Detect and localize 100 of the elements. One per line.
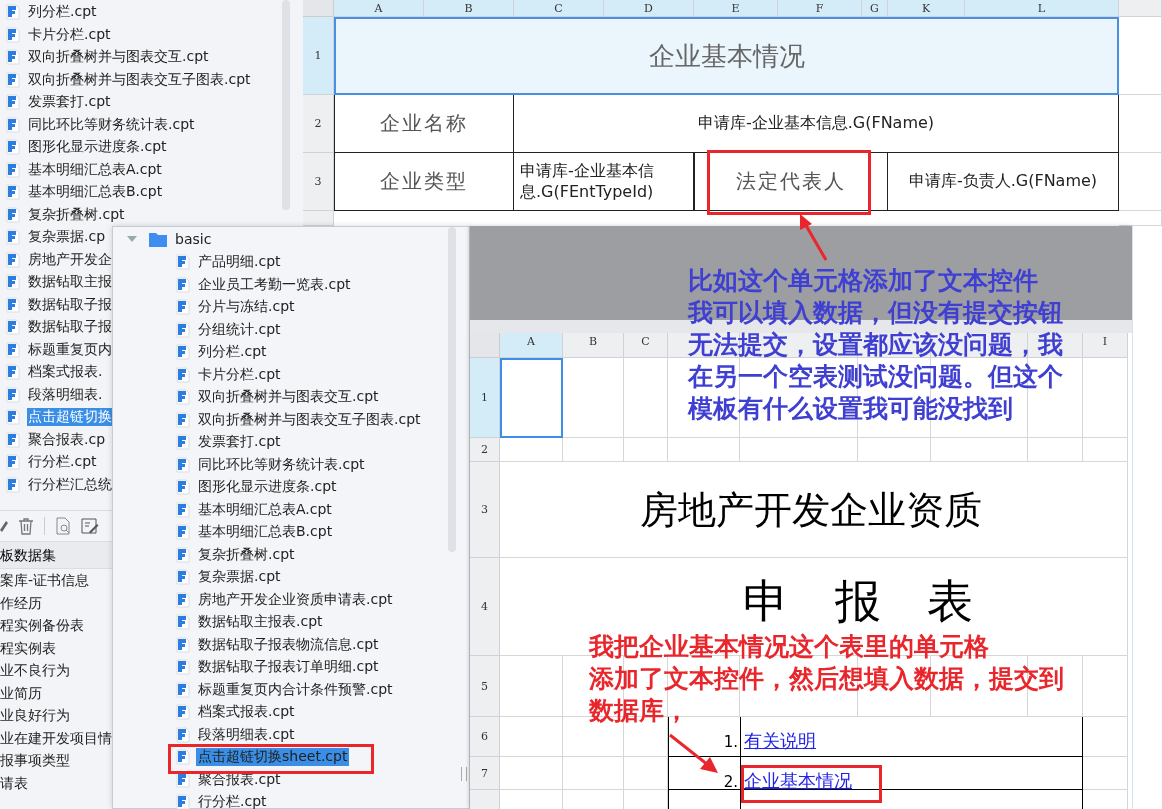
column-header[interactable]: F <box>778 0 862 17</box>
file-item[interactable]: 图形化显示进度条.cpt <box>196 478 339 497</box>
row-header[interactable]: 7 <box>470 757 500 790</box>
file-item[interactable]: 数据钻取子报 <box>27 318 113 337</box>
cell-cursor[interactable] <box>500 358 563 438</box>
grid-cell[interactable] <box>500 757 563 790</box>
folder-item[interactable]: basic <box>173 231 214 247</box>
column-header[interactable]: L <box>965 0 1119 17</box>
dataset-item[interactable]: 业简历 <box>0 681 112 704</box>
file-item[interactable]: 产品明细.cpt <box>196 253 283 272</box>
select-all-icon[interactable] <box>470 333 500 358</box>
file-item[interactable]: 卡片分栏.cpt <box>196 365 283 384</box>
row-header[interactable]: 3 <box>303 153 334 211</box>
file-item[interactable]: 标题重复页内 <box>27 340 113 359</box>
dataset-item[interactable]: 业在建开发项目情 <box>0 726 112 749</box>
table-cell[interactable]: 企业基本情况 <box>334 17 1119 95</box>
file-item[interactable]: 行分栏汇总统 <box>27 475 113 494</box>
select-all-icon[interactable] <box>303 0 334 17</box>
file-item[interactable]: 同比环比等财务统计表.cpt <box>27 115 196 134</box>
grid-cell[interactable] <box>1119 95 1162 153</box>
column-header[interactable]: C <box>514 0 604 17</box>
file-item[interactable]: 档案式报表.cpt <box>196 703 297 722</box>
grid-cell[interactable] <box>563 438 624 462</box>
file-item[interactable]: 复杂票据.cpt <box>196 568 283 587</box>
trash-icon[interactable] <box>18 517 34 535</box>
dataset-item[interactable]: 业不良行为 <box>0 659 112 682</box>
dataset-item[interactable]: 程实例备份表 <box>0 614 112 637</box>
row-header[interactable]: 5 <box>470 656 500 717</box>
dataset-item[interactable]: 报事项类型 <box>0 749 112 772</box>
grid-cell[interactable] <box>500 462 1128 558</box>
row-header[interactable]: 6 <box>470 717 500 757</box>
file-item[interactable]: 双向折叠树并与图表交互子图表.cpt <box>196 410 423 429</box>
file-item[interactable]: 发票套打.cpt <box>196 433 283 452</box>
file-item[interactable]: 基本明细汇总表A.cpt <box>27 160 163 179</box>
file-item[interactable]: 房地产开发企 <box>27 250 113 269</box>
column-header[interactable] <box>1119 0 1162 17</box>
file-item[interactable]: 档案式报表. <box>27 363 104 382</box>
grid-cell[interactable] <box>1083 438 1128 462</box>
file-item[interactable]: 数据钻取主报 <box>27 273 113 292</box>
file-item[interactable]: 数据钻取主报表.cpt <box>196 613 325 632</box>
file-item[interactable]: 复杂折叠树.cpt <box>196 545 297 564</box>
file-item[interactable]: 发票套打.cpt <box>27 93 112 112</box>
table-cell[interactable]: 申请库-企业基本信息.G(FEntTypeId) <box>514 153 694 211</box>
document-edit-icon[interactable] <box>81 517 99 535</box>
column-header[interactable]: E <box>694 0 778 17</box>
file-item[interactable]: 列分栏.cpt <box>196 343 269 362</box>
row-header[interactable] <box>303 211 334 226</box>
row-header[interactable]: 2 <box>303 95 334 153</box>
column-header[interactable]: C <box>624 333 668 358</box>
file-item[interactable]: 行分栏.cpt <box>27 453 98 472</box>
file-item[interactable]: 聚合报表.cp <box>27 430 107 449</box>
splitter-handle[interactable] <box>461 767 467 781</box>
column-header[interactable]: G <box>862 0 888 17</box>
file-item[interactable]: 企业员工考勤一览表.cpt <box>196 275 353 294</box>
row-header[interactable]: 2 <box>470 438 500 462</box>
dataset-item[interactable]: 程实例表 <box>0 636 112 659</box>
file-item[interactable]: 房地产开发企业资质申请表.cpt <box>196 590 395 609</box>
file-item[interactable]: 段落明细表. <box>27 385 104 404</box>
file-item[interactable]: 分片与冻结.cpt <box>196 298 297 317</box>
file-item[interactable]: 双向折叠树并与图表交互.cpt <box>196 388 381 407</box>
file-item[interactable]: 点击超链切换sheet.cpt <box>196 748 350 767</box>
pencil-icon[interactable] <box>0 518 8 534</box>
column-header[interactable]: D <box>604 0 694 17</box>
table-cell[interactable]: 企业名称 <box>334 95 514 153</box>
table-cell[interactable]: 企业类型 <box>334 153 514 211</box>
file-item[interactable]: 双向折叠树并与图表交互子图表.cpt <box>27 70 252 89</box>
file-item[interactable]: 分组统计.cpt <box>196 320 283 339</box>
grid-cell[interactable] <box>1083 757 1128 790</box>
dataset-item[interactable]: 作经历 <box>0 591 112 614</box>
file-item[interactable]: 列分栏.cpt <box>27 3 98 22</box>
dataset-item[interactable]: 业良好行为 <box>0 704 112 727</box>
document-search-icon[interactable] <box>55 517 71 535</box>
row-header[interactable]: 4 <box>470 558 500 656</box>
table-cell[interactable]: 法定代表人 <box>694 153 888 211</box>
file-item[interactable]: 双向折叠树并与图表交互.cpt <box>27 48 210 67</box>
file-item[interactable]: 数据钻取子报表物流信息.cpt <box>196 635 381 654</box>
scrollbar-thumb[interactable] <box>448 227 456 552</box>
grid-cell[interactable] <box>624 438 668 462</box>
hyperlink[interactable]: 有关说明 <box>744 730 816 751</box>
column-header[interactable]: I <box>1083 333 1128 358</box>
hyperlink[interactable]: 企业基本情况 <box>744 770 852 791</box>
file-item[interactable]: 数据钻取子报表订单明细.cpt <box>196 658 381 677</box>
file-item[interactable]: 基本明细汇总表B.cpt <box>196 523 335 542</box>
file-item[interactable]: 图形化显示进度条.cpt <box>27 138 168 157</box>
column-header[interactable]: A <box>334 0 424 17</box>
file-item[interactable]: 标题重复页内合计条件预警.cpt <box>196 680 395 699</box>
column-header[interactable]: K <box>888 0 965 17</box>
file-item[interactable]: 复杂折叠树.cpt <box>27 205 126 224</box>
row-header[interactable]: 1 <box>470 358 500 438</box>
grid-cell[interactable] <box>500 438 563 462</box>
file-item[interactable]: 基本明细汇总表A.cpt <box>196 500 334 519</box>
table-cell[interactable]: 申请库-企业基本信息.G(FName) <box>514 95 1119 153</box>
grid-cell[interactable] <box>563 358 624 438</box>
grid-cell[interactable] <box>1119 17 1162 95</box>
column-header[interactable]: B <box>424 0 514 17</box>
file-item[interactable]: 复杂票据.cp <box>27 228 107 247</box>
column-header[interactable]: A <box>500 333 563 358</box>
caret-icon[interactable] <box>127 236 137 242</box>
row-header[interactable]: 3 <box>470 462 500 558</box>
file-item[interactable]: 数据钻取子报 <box>27 295 113 314</box>
